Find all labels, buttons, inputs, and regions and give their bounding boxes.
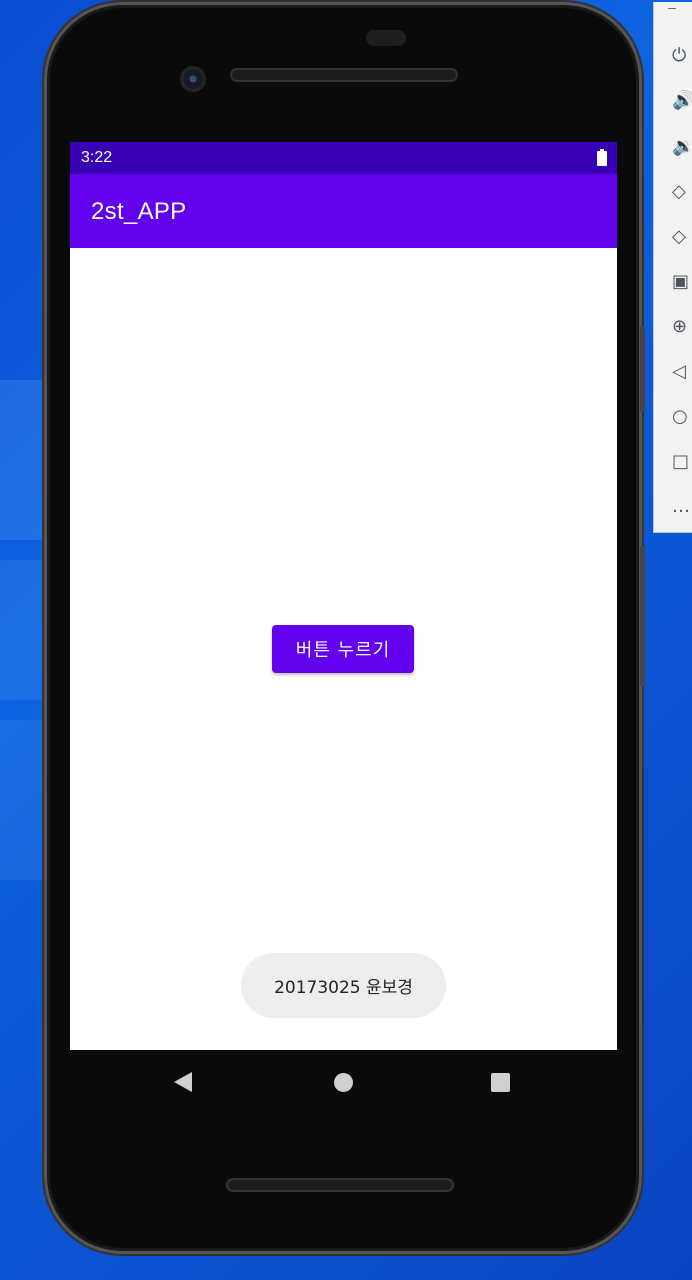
toast-text: 20173025 윤보경 <box>274 978 413 998</box>
volume-down-icon[interactable]: 🔉 <box>672 135 692 159</box>
side-button[interactable] <box>640 546 645 686</box>
device-screen: 3:22 2st_APP 버튼 누르기 20173025 윤보경 <box>70 142 617 1050</box>
battery-icon <box>597 149 607 166</box>
more-icon[interactable]: … <box>672 495 692 519</box>
recents-icon[interactable] <box>491 1073 510 1092</box>
overview-icon[interactable]: □ <box>672 450 692 474</box>
toast-message: 20173025 윤보경 <box>241 953 446 1018</box>
back-icon[interactable]: ◁ <box>672 360 692 384</box>
bottom-speaker <box>226 1178 454 1192</box>
app-bar: 2st_APP <box>70 174 617 248</box>
emulator-toolbar: ⏻ 🔊 🔉 ◇ ◇ ▣ ⊕ ◁ ○ □ … <box>653 2 692 533</box>
volume-up-icon[interactable]: 🔊 <box>672 89 692 113</box>
front-camera-icon <box>180 66 206 92</box>
home-icon[interactable] <box>334 1073 353 1092</box>
power-icon[interactable]: ⏻ <box>672 44 692 68</box>
rotate-right-icon[interactable]: ◇ <box>672 225 692 249</box>
minimize-icon[interactable] <box>668 8 676 9</box>
app-title: 2st_APP <box>91 198 187 225</box>
camera-icon[interactable]: ▣ <box>672 270 692 294</box>
top-sensor <box>366 30 406 46</box>
top-speaker <box>230 68 458 82</box>
home-icon[interactable]: ○ <box>672 405 692 429</box>
zoom-icon[interactable]: ⊕ <box>672 315 692 339</box>
back-icon[interactable] <box>174 1072 192 1092</box>
status-time: 3:22 <box>81 149 113 166</box>
side-button[interactable] <box>640 326 645 412</box>
system-navigation-bar <box>70 1050 617 1114</box>
press-button[interactable]: 버튼 누르기 <box>272 625 414 673</box>
rotate-left-icon[interactable]: ◇ <box>672 180 692 204</box>
status-bar: 3:22 <box>70 142 617 174</box>
